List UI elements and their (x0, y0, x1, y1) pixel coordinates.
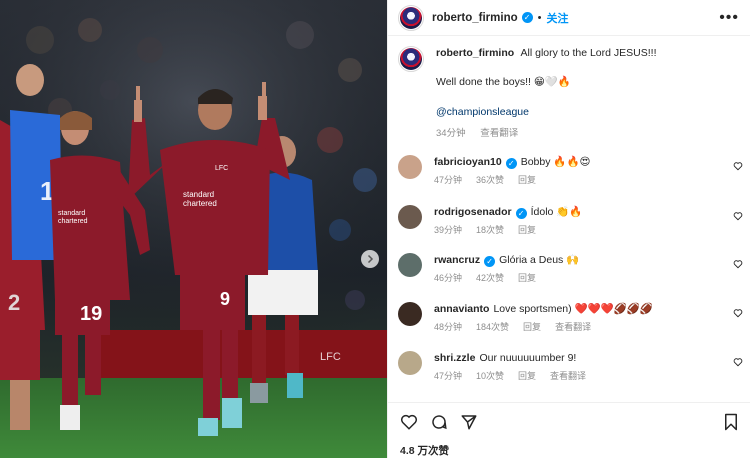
board-text: LFC (320, 351, 341, 363)
comment-username[interactable]: rwancruz (434, 254, 480, 266)
post-sidebar: roberto_firmino ✓ • 关注 ••• roberto_firmi… (387, 0, 750, 458)
follow-button[interactable]: 关注 (546, 10, 568, 26)
bookmark-icon[interactable] (723, 413, 739, 431)
comment-text: Glória a Deus 🙌 (499, 254, 580, 266)
header-username[interactable]: roberto_firmino (432, 12, 518, 24)
heart-icon[interactable] (733, 357, 743, 367)
comment-time: 46分钟 (434, 273, 463, 283)
comment-likes[interactable]: 36次赞 (476, 175, 504, 185)
comment-text: Love sportsmen) ❤️❤️❤️🏈🏈🏈 (493, 303, 653, 315)
comment-likes[interactable]: 42次赞 (476, 273, 504, 283)
comment-likes[interactable]: 10次赞 (476, 371, 504, 381)
caption-username[interactable]: roberto_firmino (436, 47, 514, 59)
svg-text:LFC: LFC (215, 165, 228, 172)
comment-username[interactable]: rodrigosenador (434, 206, 512, 218)
comment-likes[interactable]: 184次赞 (476, 322, 509, 332)
comment-icon[interactable] (430, 413, 448, 431)
action-bar: 4.8 万次赞 (388, 402, 750, 458)
chevron-right-icon (367, 254, 374, 264)
post-caption: roberto_firmino All glory to the Lord JE… (398, 46, 743, 141)
reply-button[interactable]: 回复 (518, 371, 536, 381)
comment-likes[interactable]: 18次赞 (476, 225, 504, 235)
comment-item: fabricioyan10 ✓ Bobby 🔥🔥😍 47分钟 36次赞 回复 (398, 155, 743, 186)
separator-dot: • (537, 11, 542, 24)
comment-time: 47分钟 (434, 175, 463, 185)
more-icon[interactable]: ••• (719, 9, 739, 27)
reply-button[interactable]: 回复 (518, 273, 536, 283)
comment-time: 39分钟 (434, 225, 463, 235)
verified-icon: ✓ (505, 158, 517, 169)
comment-time: 48分钟 (434, 322, 463, 332)
reply-button[interactable]: 回复 (518, 225, 536, 235)
reply-button[interactable]: 回复 (518, 175, 536, 185)
svg-text:standard: standard (183, 190, 214, 199)
comment-username[interactable]: shri.zzle (434, 352, 475, 364)
comment-text: Bobby 🔥🔥😍 (520, 156, 591, 168)
comment-item: rwancruz ✓ Glória a Deus 🙌 46分钟 42次赞 回复 (398, 253, 743, 284)
football-scene: LFC 2 standard chartered 19 standard cha… (0, 0, 387, 458)
reply-button[interactable]: 回复 (523, 322, 541, 332)
jersey-9: 9 (220, 289, 230, 309)
heart-icon[interactable] (733, 211, 743, 221)
verified-icon: ✓ (515, 208, 527, 219)
jersey-19: 19 (80, 303, 102, 325)
comment-avatar[interactable] (398, 253, 422, 277)
comment-avatar[interactable] (398, 302, 422, 326)
heart-icon[interactable] (733, 308, 743, 318)
heart-icon[interactable] (733, 161, 743, 171)
post-header: roberto_firmino ✓ • 关注 ••• (388, 0, 750, 36)
comment-username[interactable]: fabricioyan10 (434, 156, 502, 168)
instagram-post: LFC 2 standard chartered 19 standard cha… (0, 0, 750, 458)
svg-text:chartered: chartered (58, 218, 88, 225)
caption-avatar[interactable] (398, 46, 424, 72)
carousel-next-button[interactable] (361, 250, 379, 268)
comment-username[interactable]: annavianto (434, 303, 489, 315)
comment-translate-link[interactable]: 查看翻译 (555, 322, 591, 332)
svg-text:2: 2 (8, 290, 20, 315)
share-icon[interactable] (460, 413, 478, 431)
verified-icon: ✓ (521, 12, 533, 23)
comment-translate-link[interactable]: 查看翻译 (550, 371, 586, 381)
like-count[interactable]: 4.8 万次赞 (400, 443, 449, 458)
caption-time: 34分钟 (436, 128, 466, 139)
comment-avatar[interactable] (398, 351, 422, 375)
heart-icon[interactable] (733, 259, 743, 269)
comment-text: Our nuuuuuumber 9! (479, 352, 577, 364)
comment-avatar[interactable] (398, 205, 422, 229)
heart-icon[interactable] (400, 413, 418, 431)
svg-text:standard: standard (58, 210, 85, 217)
caption-translate-link[interactable]: 查看翻译 (480, 128, 518, 139)
post-photo[interactable]: LFC 2 standard chartered 19 standard cha… (0, 0, 387, 458)
caption-hashtag-link[interactable]: @championsleague (436, 105, 657, 120)
comment-item: shri.zzle Our nuuuuuumber 9! 47分钟 10次赞 回复 查看… (398, 351, 743, 382)
comment-item: rodrigosenador ✓ Ídolo 👏🔥 39分钟 18次赞 回复 (398, 205, 743, 236)
comment-time: 47分钟 (434, 371, 463, 381)
caption-line2: Well done the boys!! 😁🤍🔥 (436, 76, 571, 88)
verified-icon: ✓ (484, 256, 496, 267)
avatar[interactable] (398, 4, 424, 31)
comment-text: Ídolo 👏🔥 (530, 206, 583, 218)
caption-line1: All glory to the Lord JESUS!!! (520, 47, 657, 59)
comment-item: annavianto Love sportsmen) ❤️❤️❤️🏈🏈🏈 48分钟… (398, 302, 743, 333)
svg-text:chartered: chartered (183, 199, 217, 208)
comment-avatar[interactable] (398, 155, 422, 179)
